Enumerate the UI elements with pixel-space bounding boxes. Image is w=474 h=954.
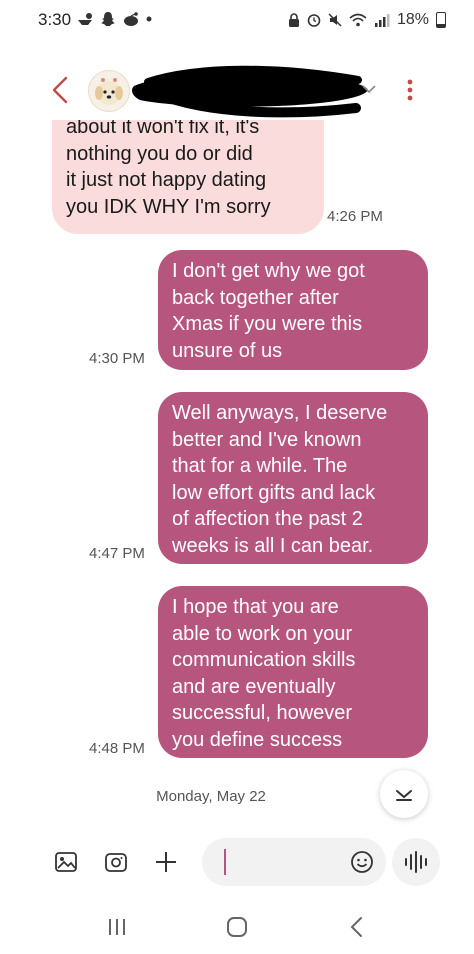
signal-icon xyxy=(374,14,390,27)
camera-icon[interactable] xyxy=(104,850,128,874)
recent-apps-icon[interactable] xyxy=(104,914,130,940)
sent-message-bubble[interactable]: Well anyways, I deserve better and I've … xyxy=(158,392,428,564)
dot-icon xyxy=(146,16,152,22)
sent-message-bubble[interactable]: I don't get why we got back together aft… xyxy=(158,250,428,370)
chevron-down-icon xyxy=(396,790,412,801)
reddit-icon xyxy=(124,12,138,26)
voice-record-button[interactable] xyxy=(392,838,440,886)
back-chevron-icon[interactable] xyxy=(48,74,72,106)
contact-avatar[interactable] xyxy=(88,70,130,112)
back-icon[interactable] xyxy=(344,914,370,940)
lock-icon xyxy=(288,13,299,27)
message-thread[interactable]: about it won't fix it, it's nothing you … xyxy=(0,120,474,820)
more-options-icon[interactable] xyxy=(400,72,420,108)
system-navigation-bar xyxy=(0,900,474,954)
message-composer xyxy=(0,832,474,892)
status-bar: 3:30 18% xyxy=(0,0,474,40)
dog-avatar-icon xyxy=(95,78,123,105)
message-input[interactable] xyxy=(222,848,346,878)
alarm-icon xyxy=(307,14,321,27)
wifi-icon xyxy=(349,13,367,27)
battery-percent: 18% xyxy=(396,11,429,28)
weather-icon xyxy=(78,13,92,25)
received-message-bubble[interactable]: about it won't fix it, it's nothing you … xyxy=(52,120,324,234)
message-timestamp: 4:30 PM xyxy=(89,350,145,367)
conversation-header xyxy=(0,60,474,120)
snapchat-icon xyxy=(101,12,115,26)
message-timestamp: 4:47 PM xyxy=(89,545,145,562)
status-time: 3:30 xyxy=(38,10,72,29)
emoji-icon[interactable] xyxy=(350,850,374,874)
waveform-icon xyxy=(405,851,427,873)
message-timestamp: 4:48 PM xyxy=(89,740,145,757)
scroll-to-bottom-button[interactable] xyxy=(380,770,428,818)
gallery-icon[interactable] xyxy=(54,850,78,874)
redaction-scribble xyxy=(132,65,368,118)
message-input-container[interactable] xyxy=(202,838,386,886)
sent-message-bubble[interactable]: I hope that you are able to work on your… xyxy=(158,586,428,758)
battery-icon xyxy=(436,12,446,28)
add-icon[interactable] xyxy=(154,850,178,874)
mute-icon xyxy=(328,13,342,27)
message-timestamp: 4:26 PM xyxy=(327,208,383,225)
home-icon[interactable] xyxy=(224,914,250,940)
expand-chevron-icon[interactable] xyxy=(360,82,378,96)
